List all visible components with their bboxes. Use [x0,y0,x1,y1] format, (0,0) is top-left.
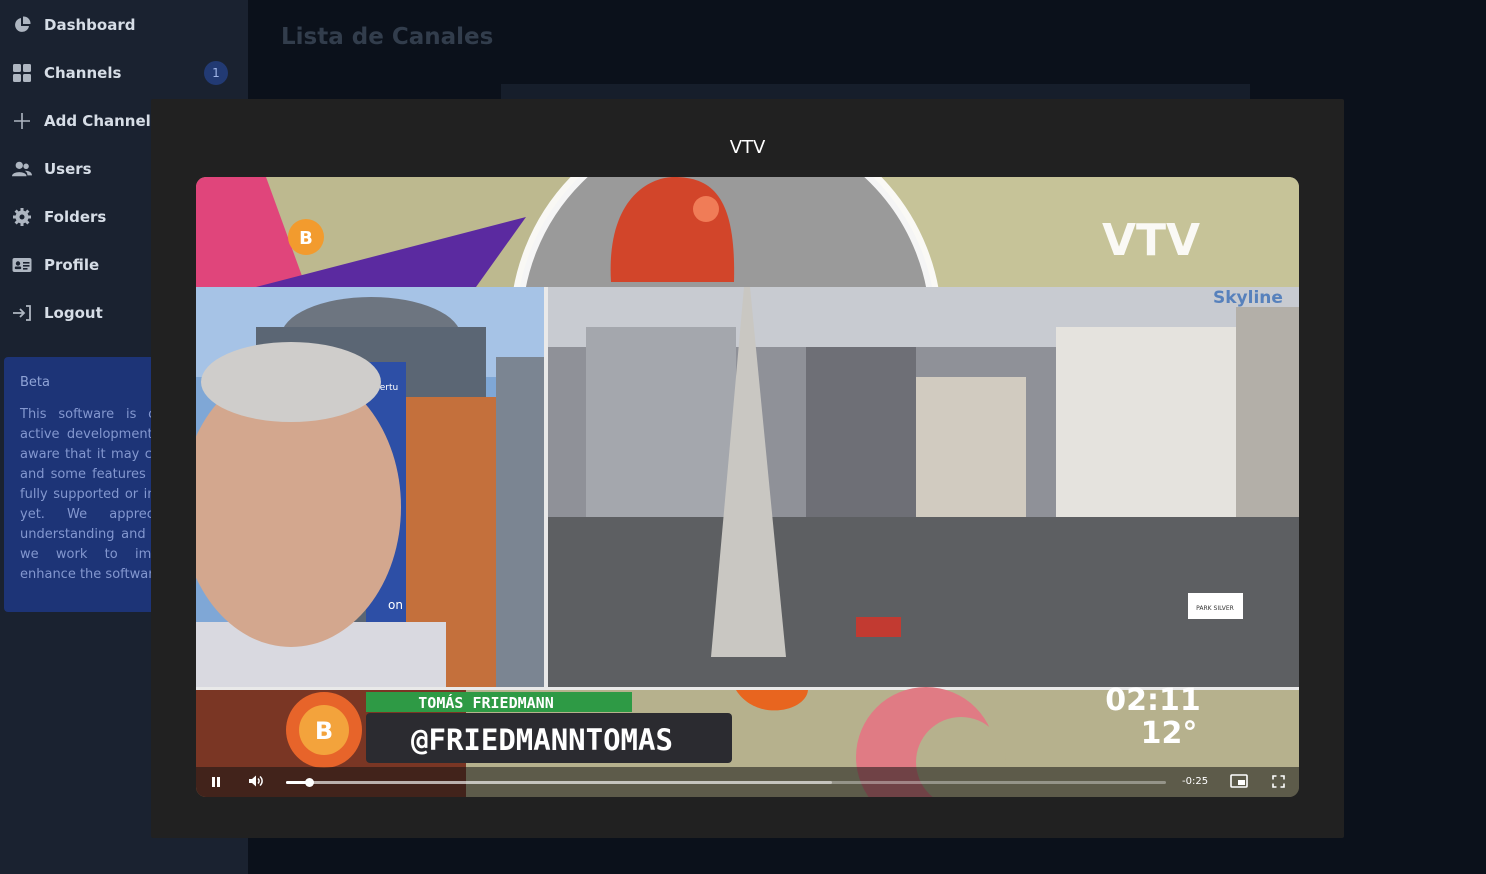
sidebar-item-label: Users [44,160,92,178]
id-card-icon [12,255,32,275]
page-title: Lista de Canales [281,24,494,50]
city-building-3 [916,377,1026,537]
sidebar-item-label: Add Channels [44,112,160,130]
lower-third-logo-letter: B [315,717,333,745]
city-building-4 [1056,327,1236,547]
city-building-1 [586,327,736,517]
users-icon [12,159,32,179]
logout-icon [12,303,32,323]
channel-b-logo-letter: B [299,228,313,249]
lower-third-name: TOMÁS FRIEDMANN [418,693,553,712]
grid-icon [12,63,32,83]
sidebar-item-label: Channels [44,64,122,82]
fullscreen-icon [1271,773,1285,792]
time-remaining: -0:25 [1182,776,1209,787]
capsule-dot-shape [693,196,719,222]
seek-slider[interactable] [286,778,1166,787]
pause-icon [210,773,222,792]
city-building-5 [1236,307,1299,537]
video-frame: B VTV bertu on me [196,177,1299,797]
sidebar-item-label: Logout [44,304,103,322]
sidebar-item-label: Dashboard [44,16,136,34]
fullscreen-button[interactable] [1266,767,1290,797]
temperature-overlay: 12° [1141,716,1198,751]
player-controls: -0:25 [196,767,1299,797]
sidebar-item-label: Folders [44,208,107,226]
seek-buffer [286,781,832,784]
channels-count-badge: 1 [204,61,228,85]
seek-thumb[interactable] [304,778,314,787]
modal-title: VTV [729,137,766,158]
picture-in-picture-icon [1230,773,1248,792]
pause-button[interactable] [204,767,228,797]
picture-in-picture-button[interactable] [1226,767,1252,797]
video-modal: VTV B VTV bertu on me [151,99,1344,838]
city-building-2 [806,347,916,517]
man-hair [201,342,381,422]
dashboard-icon [12,15,32,35]
content-panel [501,84,1250,99]
vtv-logo: VTV [1102,215,1200,266]
city-street [548,517,1299,687]
sidebar-item-channels[interactable]: Channels 1 [0,55,248,91]
gear-icon [12,207,32,227]
sidebar-item-label: Profile [44,256,100,274]
skyline-watermark: Skyline [1213,288,1283,308]
plus-icon [12,111,32,131]
volume-icon [248,773,264,792]
building-side [496,357,546,687]
red-bus [856,617,901,637]
sidebar-item-dashboard[interactable]: Dashboard [0,7,248,43]
volume-button[interactable] [244,767,268,797]
clock-overlay: 02:11 [1105,683,1201,718]
beta-title: Beta [20,375,50,390]
billboard-text: PARK SILVER [1196,605,1234,612]
video-player[interactable]: B VTV bertu on me [196,177,1299,797]
lower-third-handle: @FRIEDMANNTOMAS [411,723,673,757]
inset-divider [544,287,548,687]
